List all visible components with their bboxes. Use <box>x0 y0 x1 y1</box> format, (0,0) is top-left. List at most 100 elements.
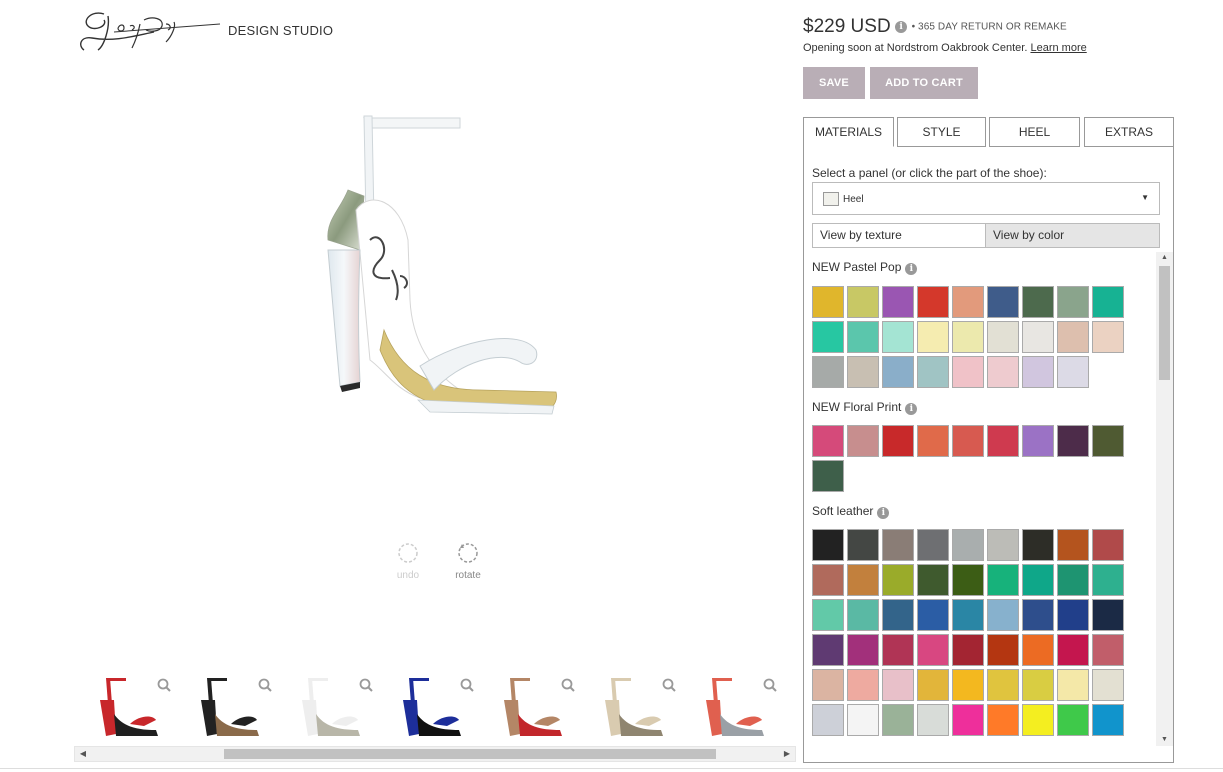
material-swatch-list[interactable]: NEW Pastel Pop i NEW Floral Print i Soft lea… <box>804 252 1173 746</box>
material-swatch[interactable] <box>1057 529 1089 561</box>
thumbnail-design-red[interactable] <box>74 670 175 744</box>
material-swatch[interactable] <box>812 356 844 388</box>
material-swatch[interactable] <box>1022 634 1054 666</box>
material-swatch[interactable] <box>1092 599 1124 631</box>
info-icon[interactable]: i <box>877 507 890 519</box>
material-swatch[interactable] <box>1057 634 1089 666</box>
material-swatch[interactable] <box>987 564 1019 596</box>
material-swatch[interactable] <box>1092 669 1124 701</box>
material-swatch[interactable] <box>847 669 879 701</box>
material-swatch[interactable] <box>1057 321 1089 353</box>
scrollbar-thumb[interactable] <box>224 749 716 759</box>
material-swatch[interactable] <box>987 634 1019 666</box>
material-swatch[interactable] <box>1022 529 1054 561</box>
material-swatch[interactable] <box>1057 669 1089 701</box>
material-swatch[interactable] <box>987 321 1019 353</box>
material-swatch[interactable] <box>882 286 914 318</box>
material-swatch[interactable] <box>987 529 1019 561</box>
material-swatch[interactable] <box>847 286 879 318</box>
material-swatch[interactable] <box>952 529 984 561</box>
thumbnail-design-blue[interactable] <box>377 670 478 744</box>
material-swatch[interactable] <box>1092 529 1124 561</box>
swatch-list-scrollbar[interactable]: ▲ ▼ <box>1156 252 1173 746</box>
material-swatch[interactable] <box>952 425 984 457</box>
material-swatch[interactable] <box>917 286 949 318</box>
material-swatch[interactable] <box>812 704 844 736</box>
material-swatch[interactable] <box>917 425 949 457</box>
shoe-preview[interactable] <box>300 100 600 440</box>
material-swatch[interactable] <box>882 425 914 457</box>
material-swatch[interactable] <box>1057 564 1089 596</box>
material-swatch[interactable] <box>952 321 984 353</box>
add-to-cart-button[interactable]: ADD TO CART <box>870 67 978 99</box>
material-swatch[interactable] <box>987 669 1019 701</box>
zoom-icon[interactable] <box>359 678 373 692</box>
material-swatch[interactable] <box>987 704 1019 736</box>
shoes-of-prey-logo[interactable] <box>74 6 224 58</box>
material-swatch[interactable] <box>987 286 1019 318</box>
zoom-icon[interactable] <box>258 678 272 692</box>
material-swatch[interactable] <box>847 529 879 561</box>
learn-more-link[interactable]: Learn more <box>1030 42 1086 54</box>
material-swatch[interactable] <box>1057 286 1089 318</box>
material-swatch[interactable] <box>812 634 844 666</box>
material-swatch[interactable] <box>812 529 844 561</box>
material-swatch[interactable] <box>847 564 879 596</box>
material-swatch[interactable] <box>952 669 984 701</box>
material-swatch[interactable] <box>1092 321 1124 353</box>
price-info-icon[interactable]: i <box>895 21 908 33</box>
material-swatch[interactable] <box>1022 669 1054 701</box>
material-swatch[interactable] <box>812 286 844 318</box>
tab-heel[interactable]: HEEL <box>989 117 1080 147</box>
material-swatch[interactable] <box>1057 704 1089 736</box>
material-swatch[interactable] <box>952 599 984 631</box>
material-swatch[interactable] <box>952 634 984 666</box>
material-swatch[interactable] <box>1092 425 1124 457</box>
material-swatch[interactable] <box>812 321 844 353</box>
material-swatch[interactable] <box>882 321 914 353</box>
material-swatch[interactable] <box>882 599 914 631</box>
material-swatch[interactable] <box>917 356 949 388</box>
material-swatch[interactable] <box>952 564 984 596</box>
material-swatch[interactable] <box>1092 286 1124 318</box>
zoom-icon[interactable] <box>561 678 575 692</box>
scroll-down-icon[interactable]: ▼ <box>1156 734 1173 746</box>
vertical-scrollbar-thumb[interactable] <box>1159 266 1170 380</box>
material-swatch[interactable] <box>1092 704 1124 736</box>
material-swatch[interactable] <box>1022 599 1054 631</box>
material-swatch[interactable] <box>812 460 844 492</box>
zoom-icon[interactable] <box>460 678 474 692</box>
material-swatch[interactable] <box>917 564 949 596</box>
thumbnail-design-coral[interactable] <box>680 670 781 744</box>
scroll-right-icon[interactable]: ▶ <box>779 747 795 761</box>
material-swatch[interactable] <box>917 529 949 561</box>
material-swatch[interactable] <box>917 599 949 631</box>
view-by-color-button[interactable]: View by color <box>986 224 1159 247</box>
material-swatch[interactable] <box>952 286 984 318</box>
zoom-icon[interactable] <box>157 678 171 692</box>
material-swatch[interactable] <box>1092 564 1124 596</box>
scroll-up-icon[interactable]: ▲ <box>1156 252 1173 264</box>
material-swatch[interactable] <box>987 599 1019 631</box>
material-swatch[interactable] <box>882 356 914 388</box>
material-swatch[interactable] <box>812 425 844 457</box>
material-swatch[interactable] <box>1022 425 1054 457</box>
material-swatch[interactable] <box>952 356 984 388</box>
material-swatch[interactable] <box>917 669 949 701</box>
material-swatch[interactable] <box>847 599 879 631</box>
material-swatch[interactable] <box>882 634 914 666</box>
thumbnail-design-white[interactable] <box>276 670 377 744</box>
save-button[interactable]: SAVE <box>803 67 865 99</box>
tab-extras[interactable]: EXTRAS <box>1084 117 1174 147</box>
material-swatch[interactable] <box>917 321 949 353</box>
material-swatch[interactable] <box>1057 599 1089 631</box>
material-swatch[interactable] <box>917 634 949 666</box>
scroll-left-icon[interactable]: ◀ <box>75 747 91 761</box>
material-swatch[interactable] <box>1057 356 1089 388</box>
material-swatch[interactable] <box>882 704 914 736</box>
material-swatch[interactable] <box>847 356 879 388</box>
material-swatch[interactable] <box>917 704 949 736</box>
thumbnail-design-leopard[interactable] <box>175 670 276 744</box>
view-by-texture-button[interactable]: View by texture <box>813 224 986 247</box>
material-swatch[interactable] <box>847 704 879 736</box>
